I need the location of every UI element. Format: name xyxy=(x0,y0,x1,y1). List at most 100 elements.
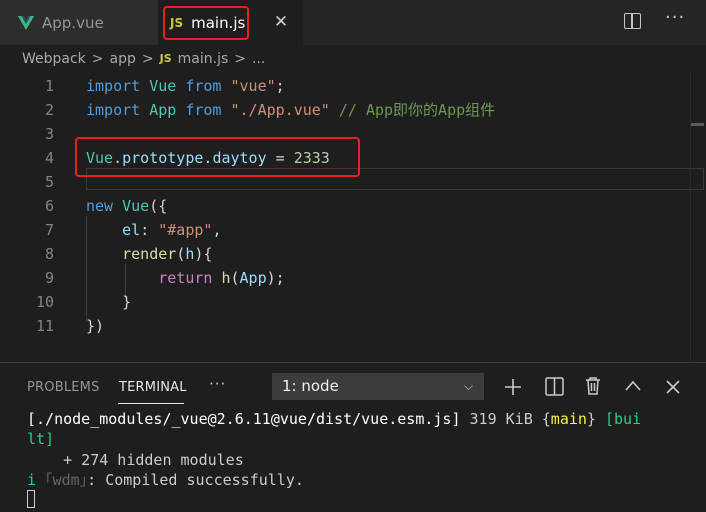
code-token: . xyxy=(113,149,123,167)
breadcrumb-item[interactable]: app xyxy=(110,51,136,67)
code-text: return h(App); xyxy=(86,266,284,290)
code-token: App xyxy=(149,101,177,119)
line-number: 2 xyxy=(44,101,54,119)
code-token: : xyxy=(140,221,159,239)
terminal-text: [bui xyxy=(604,410,642,428)
code-line[interactable]: 3 xyxy=(0,122,690,146)
scrollbar-marker xyxy=(690,123,704,126)
breadcrumb: Webpack > app > JS main.js > ... xyxy=(0,45,706,72)
trash-icon[interactable] xyxy=(584,376,602,396)
code-token: "./App.vue" xyxy=(230,101,330,119)
terminal-text: [./node_modules/_vue@2.6.11@vue/dist/vue… xyxy=(27,410,461,428)
plus-icon[interactable] xyxy=(503,377,523,397)
code-text: import App from "./App.vue" // App即你的App… xyxy=(86,98,495,122)
terminal-line: lt] xyxy=(27,429,54,449)
tab-terminal[interactable]: TERMINAL xyxy=(119,380,187,395)
code-text: import Vue from "vue"; xyxy=(86,74,285,98)
line-number: 9 xyxy=(44,269,54,287)
code-text: el: "#app", xyxy=(86,218,221,242)
code-editor[interactable]: 1 import Vue from "vue"; 2 import App from … xyxy=(0,72,706,362)
split-editor-icon[interactable] xyxy=(624,13,641,29)
terminal-text: + 274 hidden modules xyxy=(27,451,244,469)
tab-bar: App.vue JS main.js ✕ ··· xyxy=(0,0,706,45)
terminal-text: i xyxy=(27,471,37,489)
scrollbar[interactable] xyxy=(690,72,691,362)
js-icon: JS xyxy=(159,52,172,65)
line-number: 10 xyxy=(35,293,54,311)
code-line[interactable]: 8 render(h){ xyxy=(0,242,690,266)
code-token: from xyxy=(185,77,222,95)
highlight-box xyxy=(163,6,249,40)
terminal-cursor xyxy=(27,490,35,508)
close-icon[interactable]: ✕ xyxy=(271,10,291,34)
code-token: render xyxy=(122,245,177,263)
tab-app-vue[interactable]: App.vue xyxy=(0,0,158,45)
code-token: , xyxy=(212,221,222,239)
more-icon[interactable]: ··· xyxy=(209,375,226,393)
code-line[interactable]: 9 return h(App); xyxy=(0,266,690,290)
code-token: import xyxy=(86,77,141,95)
terminal-text: : Compiled successfully. xyxy=(87,471,304,489)
line-number: 3 xyxy=(44,125,54,143)
line-number: 11 xyxy=(35,317,54,335)
code-token: new xyxy=(86,197,114,215)
breadcrumb-item[interactable]: main.js xyxy=(178,51,229,67)
code-line[interactable]: 11}) xyxy=(0,314,690,338)
line-number: 1 xyxy=(44,77,54,95)
line-number: 6 xyxy=(44,197,54,215)
code-token: Vue xyxy=(149,77,177,95)
terminal-text: lt] xyxy=(27,430,55,448)
terminal-text: ｢wdm｣ xyxy=(36,471,88,489)
breadcrumb-item[interactable]: Webpack xyxy=(22,51,86,67)
terminal-select-value: 1: node xyxy=(282,377,339,395)
code-line[interactable]: 6 new Vue({ xyxy=(0,194,690,218)
code-token: prototype xyxy=(122,149,204,167)
code-text: }) xyxy=(86,314,104,338)
code-token: App xyxy=(239,269,267,287)
line-number: 8 xyxy=(44,245,54,263)
code-token: } xyxy=(86,293,132,311)
terminal-text: } xyxy=(586,410,605,428)
line-number: 7 xyxy=(44,221,54,239)
code-line[interactable]: 2 import App from "./App.vue" // App即你的Ap… xyxy=(0,98,690,122)
chevron-down-icon: ⌵ xyxy=(463,379,473,393)
line-number: 5 xyxy=(44,173,54,191)
split-terminal-icon[interactable] xyxy=(545,377,564,396)
close-icon[interactable] xyxy=(665,379,681,395)
terminal-text: main xyxy=(550,410,587,428)
chevron-up-icon[interactable] xyxy=(624,379,642,393)
code-token: ; xyxy=(275,77,285,95)
code-token: Vue xyxy=(122,197,150,215)
vue-icon xyxy=(18,15,34,30)
tab-problems[interactable]: PROBLEMS xyxy=(27,380,100,395)
terminal-text: 319 KiB { xyxy=(460,410,551,428)
line-number: 4 xyxy=(44,149,54,167)
code-token: return xyxy=(158,269,213,287)
terminal-select[interactable]: 1: node ⌵ xyxy=(272,373,484,400)
code-line[interactable]: 4 Vue.prototype.daytoy = 2333 xyxy=(0,146,690,170)
code-token: = xyxy=(266,149,294,167)
code-token: ( xyxy=(230,269,240,287)
code-line[interactable]: 7 el: "#app", xyxy=(0,218,690,242)
code-token: Vue xyxy=(86,149,114,167)
code-token: daytoy xyxy=(212,149,267,167)
terminal-line: + 274 hidden modules xyxy=(27,450,244,470)
code-line[interactable]: 1 import Vue from "vue"; xyxy=(0,74,690,98)
more-actions-icon[interactable]: ··· xyxy=(665,7,685,28)
terminal-line: [./node_modules/_vue@2.6.11@vue/dist/vue… xyxy=(27,409,641,429)
code-line[interactable]: 10 } xyxy=(0,290,690,314)
breadcrumb-item[interactable]: ... xyxy=(252,51,265,67)
code-line[interactable]: 5 xyxy=(0,170,690,194)
chevron-right-icon: > xyxy=(234,50,246,67)
code-token: }) xyxy=(86,317,105,335)
chevron-right-icon: > xyxy=(141,50,154,67)
